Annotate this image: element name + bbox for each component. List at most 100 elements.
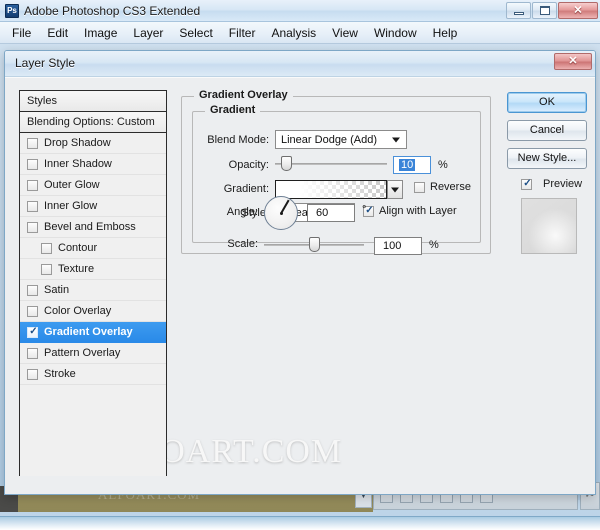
dialog-close-button[interactable]: ✕	[554, 53, 592, 70]
maximize-button[interactable]	[532, 2, 557, 19]
style-row-satin[interactable]: Satin	[20, 280, 166, 301]
style-label: Bevel and Emboss	[44, 221, 136, 233]
checkbox-contour[interactable]	[41, 242, 52, 254]
dialog-titlebar: Layer Style ✕	[5, 51, 595, 77]
close-button[interactable]: ✕	[558, 2, 598, 19]
menu-help[interactable]: Help	[425, 24, 466, 42]
angle-label: Angle:	[226, 206, 258, 218]
opacity-slider-thumb[interactable]	[281, 156, 292, 171]
scale-input[interactable]: 100	[374, 237, 422, 255]
checkbox-preview[interactable]	[521, 178, 533, 190]
checkbox-stroke[interactable]	[27, 368, 38, 380]
photoshop-app-icon: Ps	[5, 4, 19, 18]
checkbox-drop-shadow[interactable]	[27, 137, 38, 149]
menu-edit[interactable]: Edit	[39, 24, 76, 42]
style-row-inner-glow[interactable]: Inner Glow	[20, 196, 166, 217]
maximize-icon	[540, 6, 550, 15]
opacity-unit: %	[438, 159, 448, 171]
minimize-button[interactable]	[506, 2, 531, 19]
style-row-color-overlay[interactable]: Color Overlay	[20, 301, 166, 322]
menu-image[interactable]: Image	[76, 24, 125, 42]
preview-thumbnail	[521, 198, 577, 254]
menu-file[interactable]: File	[4, 24, 39, 42]
scale-label: Scale:	[227, 238, 258, 250]
styles-list-header[interactable]: Styles	[20, 91, 166, 112]
style-label: Inner Glow	[44, 200, 98, 212]
gradient-swatch[interactable]	[275, 180, 387, 199]
checkbox-outer-glow[interactable]	[27, 179, 38, 191]
menu-bar: File Edit Image Layer Select Filter Anal…	[0, 22, 600, 44]
checkbox-bevel-and-emboss[interactable]	[27, 221, 38, 233]
style-row-pattern-overlay[interactable]: Pattern Overlay	[20, 343, 166, 364]
checkbox-pattern-overlay[interactable]	[27, 347, 38, 359]
checkbox-reverse[interactable]	[414, 181, 425, 193]
menu-layer[interactable]: Layer	[125, 24, 171, 42]
gradient-overlay-title: Gradient Overlay	[194, 89, 293, 101]
window-controls: ✕	[506, 2, 598, 19]
style-row-gradient-overlay[interactable]: Gradient Overlay	[20, 322, 166, 343]
dialog-body: ALFOART.COM Styles Blending Options: Cus…	[5, 77, 595, 494]
angle-dial[interactable]	[264, 196, 298, 230]
angle-value: 60	[316, 207, 329, 219]
opacity-value: 10	[399, 159, 416, 171]
checkbox-inner-glow[interactable]	[27, 200, 38, 212]
menu-analysis[interactable]: Analysis	[263, 24, 324, 42]
menu-select[interactable]: Select	[171, 24, 220, 42]
layer-style-dialog: Layer Style ✕ ALFOART.COM Styles Blendin…	[4, 50, 596, 495]
new-style-button[interactable]: New Style...	[507, 148, 587, 169]
menu-view[interactable]: View	[324, 24, 366, 42]
opacity-input[interactable]: 10	[393, 156, 431, 174]
blend-mode-label: Blend Mode:	[207, 134, 269, 146]
angle-input[interactable]: 60	[307, 204, 355, 222]
minimize-icon	[514, 12, 524, 15]
style-row-contour[interactable]: Contour	[20, 238, 166, 259]
opacity-slider[interactable]	[275, 155, 387, 173]
dialog-title: Layer Style	[15, 56, 76, 70]
preview-label: Preview	[543, 178, 583, 190]
checkbox-color-overlay[interactable]	[27, 305, 38, 317]
style-row-inner-shadow[interactable]: Inner Shadow	[20, 154, 166, 175]
gradient-overlay-group: Gradient Overlay Gradient Blend Mode: Li…	[181, 89, 491, 256]
desktop-bottom-edge	[0, 516, 600, 530]
style-label: Drop Shadow	[44, 137, 111, 149]
dialog-bottom-frame	[11, 476, 589, 490]
close-icon: ✕	[573, 4, 583, 16]
ok-button[interactable]: OK	[507, 92, 587, 113]
scale-slider[interactable]	[264, 236, 364, 254]
angle-unit: °	[362, 204, 367, 216]
blend-mode-select[interactable]: Linear Dodge (Add)	[275, 130, 407, 149]
scale-row: Scale: 100 %	[192, 234, 481, 256]
menu-window[interactable]: Window	[366, 24, 425, 42]
scale-value: 100	[383, 240, 402, 252]
app-titlebar: Ps Adobe Photoshop CS3 Extended ✕	[0, 0, 600, 22]
screen: Ps Adobe Photoshop CS3 Extended ✕ File E…	[0, 0, 600, 530]
gradient-label: Gradient:	[223, 183, 269, 195]
style-label: Contour	[58, 242, 98, 254]
style-row-drop-shadow[interactable]: Drop Shadow	[20, 133, 166, 154]
gradient-picker-button[interactable]	[387, 180, 403, 199]
checkbox-gradient-overlay[interactable]	[27, 326, 39, 338]
styles-list-panel: Styles Blending Options: Custom Drop Sha…	[19, 90, 167, 489]
gradient-row: Gradient: Reverse	[193, 179, 482, 201]
style-row-stroke[interactable]: Stroke	[20, 364, 166, 385]
style-label: Color Overlay	[44, 305, 112, 317]
style-label: Satin	[44, 284, 70, 296]
checkbox-inner-shadow[interactable]	[27, 158, 38, 170]
checkbox-satin[interactable]	[27, 284, 38, 296]
style-row-texture[interactable]: Texture	[20, 259, 166, 280]
reverse-checkbox[interactable]: Reverse	[414, 181, 471, 193]
checkbox-texture[interactable]	[41, 263, 52, 275]
style-label: Gradient Overlay	[44, 326, 133, 338]
gradient-group-title: Gradient	[205, 104, 261, 116]
angle-dial-center	[279, 211, 283, 215]
style-row-bevel-and-emboss[interactable]: Bevel and Emboss	[20, 217, 166, 238]
menu-filter[interactable]: Filter	[221, 24, 264, 42]
chevron-down-icon	[391, 187, 399, 192]
cancel-button[interactable]: Cancel	[507, 120, 587, 141]
scale-slider-thumb[interactable]	[309, 237, 320, 252]
scale-unit: %	[429, 239, 439, 251]
style-label: Outer Glow	[44, 179, 100, 191]
preview-checkbox[interactable]: Preview	[507, 178, 582, 190]
style-row-outer-glow[interactable]: Outer Glow	[20, 175, 166, 196]
blending-options-row[interactable]: Blending Options: Custom	[20, 112, 166, 133]
